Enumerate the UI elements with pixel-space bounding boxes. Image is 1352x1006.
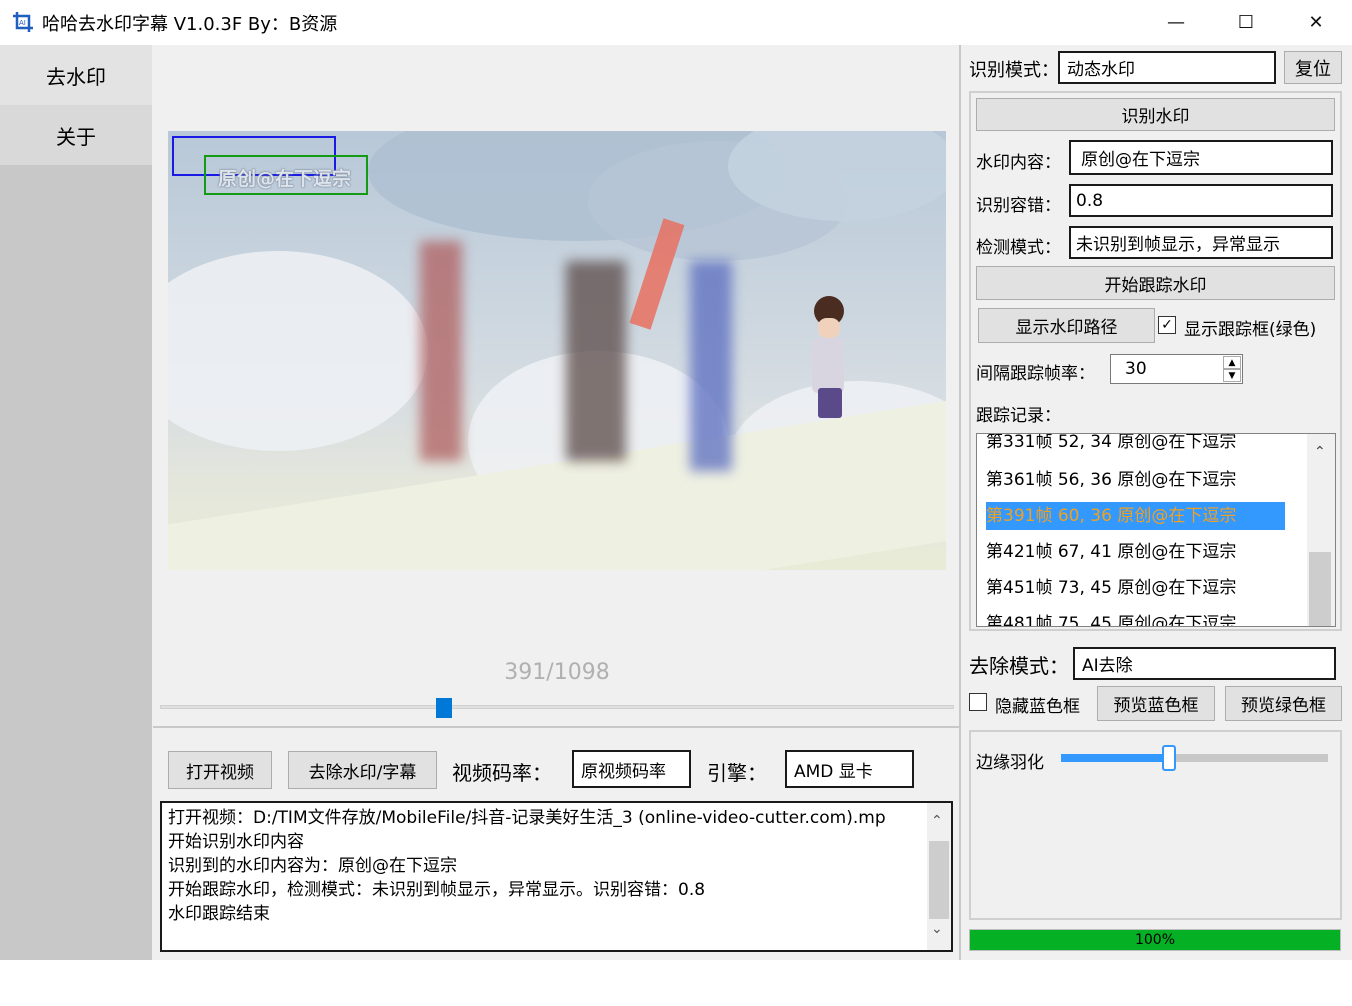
interval-label: 间隔跟踪帧率：	[976, 359, 1095, 384]
list-item[interactable]: 第451帧 73, 45 原创@在下逗宗	[986, 574, 1236, 602]
log-textarea[interactable]: 打开视频：D:/TIM文件存放/MobileFile/抖音-记录美好生活_3 (…	[160, 801, 953, 952]
log-line: 识别到的水印内容为：原创@在下逗宗	[168, 851, 457, 876]
log-line: 水印跟踪结束	[168, 899, 270, 924]
detect-mode-select[interactable]: 未识别到帧显示，异常显示	[1069, 226, 1333, 259]
watermark-text: 原创@在下逗宗	[218, 164, 351, 191]
tolerance-input[interactable]: 0.8	[1069, 184, 1333, 217]
list-item[interactable]: 第421帧 67, 41 原创@在下逗宗	[986, 538, 1236, 566]
list-item-selected[interactable]: 第391帧 60, 36 原创@在下逗宗	[986, 502, 1285, 530]
watermark-content-input[interactable]: 原创@在下逗宗	[1069, 140, 1333, 175]
progress-text: 100%	[970, 930, 1340, 950]
log-scrollbar[interactable]: ⌃ ⌄	[927, 803, 951, 950]
preview-blue-button[interactable]: 预览蓝色框	[1097, 686, 1215, 721]
show-track-box-checkbox[interactable]: ✓	[1158, 316, 1176, 334]
scroll-down-icon[interactable]: ⌄	[931, 921, 943, 937]
tracking-records-list[interactable]: 第331帧 52, 34 原创@在下逗宗 第361帧 56, 36 原创@在下逗…	[976, 433, 1336, 627]
remove-watermark-button[interactable]: 去除水印/字幕	[288, 751, 437, 789]
feather-slider-thumb[interactable]	[1162, 745, 1176, 771]
remove-mode-label: 去除模式：	[969, 650, 1069, 679]
show-path-button[interactable]: 显示水印路径	[978, 308, 1155, 343]
watermark-content-label: 水印内容：	[976, 148, 1061, 173]
list-item[interactable]: 第331帧 52, 34 原创@在下逗宗	[986, 433, 1236, 456]
list-item[interactable]: 第361帧 56, 36 原创@在下逗宗	[986, 466, 1236, 494]
check-icon: ✓	[1161, 317, 1173, 333]
close-icon: ✕	[1308, 12, 1323, 33]
svg-text:AI: AI	[19, 19, 26, 27]
frame-slider-thumb[interactable]	[436, 698, 452, 718]
nav-item-label: 关于	[56, 121, 96, 150]
maximize-button[interactable]: ☐	[1218, 0, 1274, 45]
records-scrollbar[interactable]: ⌃	[1307, 434, 1335, 626]
feather-label: 边缘羽化	[976, 748, 1044, 773]
engine-label: 引擎：	[707, 757, 767, 786]
hide-blue-box-label: 隐藏蓝色框	[995, 692, 1080, 717]
status-bar	[0, 960, 1352, 1006]
frame-slider-track[interactable]	[160, 705, 954, 709]
hide-blue-box-checkbox[interactable]	[969, 693, 987, 711]
feather-slider-track[interactable]	[1061, 754, 1328, 762]
remove-mode-select[interactable]: AI去除	[1073, 647, 1336, 680]
minimize-icon: —	[1167, 12, 1185, 33]
scroll-thumb[interactable]	[1309, 552, 1331, 626]
divider	[959, 45, 961, 960]
progress-bar: 100%	[969, 929, 1341, 951]
tolerance-label: 识别容错：	[976, 191, 1061, 216]
identify-watermark-button[interactable]: 识别水印	[976, 98, 1335, 131]
nav-item-label: 去水印	[46, 61, 106, 90]
scroll-up-icon[interactable]: ⌃	[1314, 444, 1326, 460]
list-item[interactable]: 第481帧 75, 45 原创@在下逗宗	[986, 610, 1236, 627]
close-button[interactable]: ✕	[1288, 0, 1344, 45]
reset-button[interactable]: 复位	[1284, 51, 1342, 84]
log-line: 开始跟踪水印，检测模式：未识别到帧显示，异常显示。识别容错：0.8	[168, 875, 705, 900]
recognition-mode-select[interactable]: 动态水印	[1058, 51, 1276, 84]
scroll-up-icon[interactable]: ⌃	[931, 813, 943, 829]
window-title: 哈哈去水印字幕 V1.0.3F By：B资源	[42, 10, 337, 36]
video-preview[interactable]	[168, 131, 946, 570]
nav-item-remove-watermark[interactable]: 去水印	[0, 45, 152, 105]
minimize-button[interactable]: —	[1148, 0, 1204, 45]
show-track-box-label: 显示跟踪框(绿色)	[1184, 315, 1316, 340]
bitrate-label: 视频码率：	[452, 757, 552, 786]
spin-up-icon[interactable]: ▲	[1223, 356, 1241, 369]
spin-down-icon[interactable]: ▼	[1223, 369, 1241, 382]
bitrate-select[interactable]: 原视频码率	[572, 750, 691, 788]
maximize-icon: ☐	[1238, 12, 1254, 33]
open-video-button[interactable]: 打开视频	[168, 751, 272, 789]
interval-spinbox[interactable]: 30 ▲ ▼	[1110, 354, 1243, 384]
sidebar	[0, 45, 152, 960]
crop-icon: AI	[12, 11, 34, 33]
start-tracking-button[interactable]: 开始跟踪水印	[976, 266, 1335, 300]
preview-green-button[interactable]: 预览绿色框	[1225, 686, 1342, 721]
records-label: 跟踪记录：	[976, 401, 1061, 426]
log-line: 开始识别水印内容	[168, 827, 304, 852]
nav-item-about[interactable]: 关于	[0, 105, 152, 165]
frame-counter: 391/1098	[168, 660, 946, 685]
log-line: 打开视频：D:/TIM文件存放/MobileFile/抖音-记录美好生活_3 (…	[168, 803, 886, 828]
interval-value: 30	[1125, 359, 1147, 379]
divider	[153, 726, 959, 728]
scroll-thumb[interactable]	[929, 841, 949, 919]
engine-select[interactable]: AMD 显卡	[785, 750, 914, 788]
feather-slider-fill	[1061, 754, 1169, 762]
character-figure	[808, 296, 848, 421]
recognition-mode-label: 识别模式：	[969, 56, 1059, 82]
detect-mode-label: 检测模式：	[976, 233, 1061, 258]
